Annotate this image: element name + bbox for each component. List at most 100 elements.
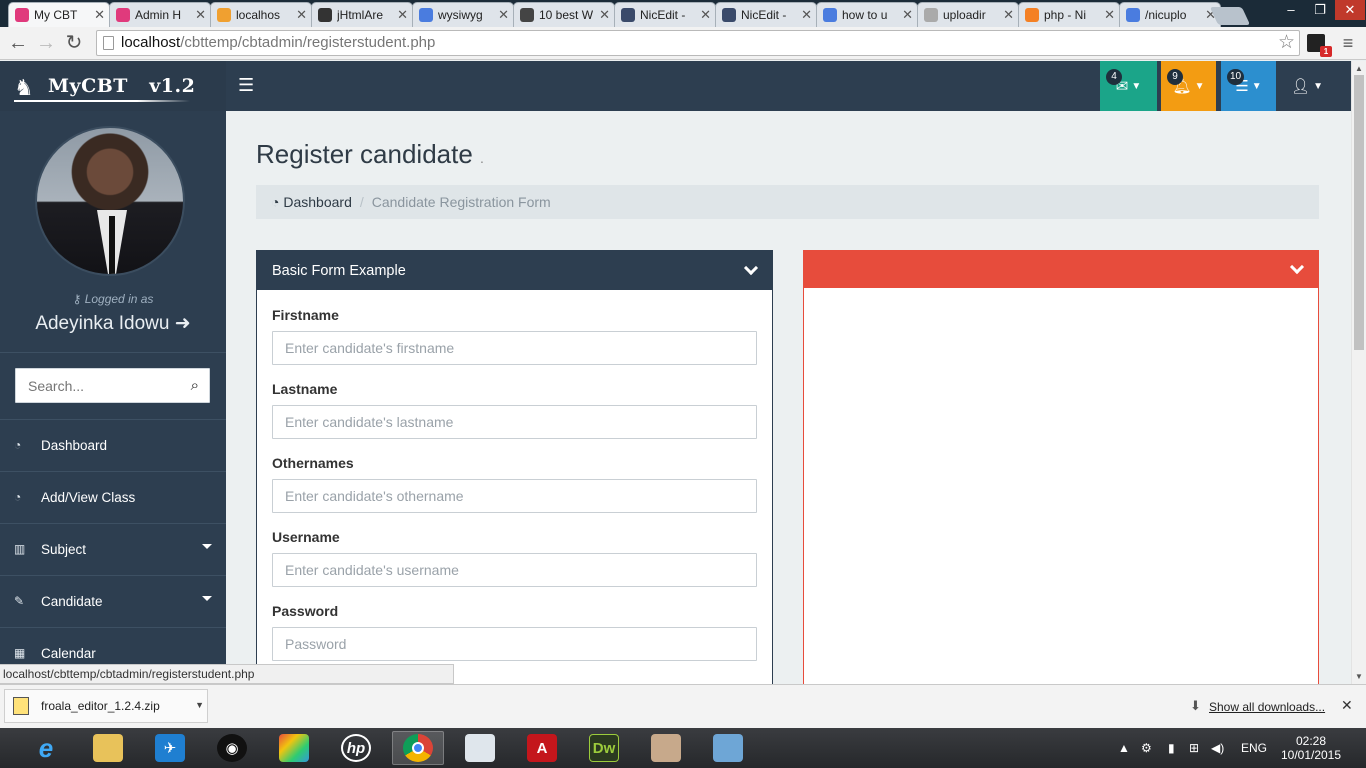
field-label-othernames: Othernames xyxy=(272,455,354,471)
back-icon[interactable]: ← xyxy=(6,31,30,55)
folder-icon xyxy=(93,734,123,762)
maximize-icon[interactable]: ❐ xyxy=(1305,0,1335,20)
language-indicator[interactable]: ENG xyxy=(1241,728,1267,768)
user-name: Adeyinka Idowu ➜ xyxy=(0,312,226,335)
browser-tab[interactable]: php - Ni ✕ xyxy=(1018,2,1120,27)
url-host: localhost xyxy=(121,34,181,51)
taskbar-hp[interactable]: hp xyxy=(330,731,382,765)
taskbar-explorer[interactable] xyxy=(82,731,134,765)
tab-close-icon[interactable]: ✕ xyxy=(94,7,105,23)
right-panel-header[interactable] xyxy=(804,251,1318,288)
tab-close-icon[interactable]: ✕ xyxy=(296,7,307,23)
battery-icon[interactable]: ▮ xyxy=(1168,728,1175,768)
firstname-input[interactable] xyxy=(272,331,757,365)
scroll-down-icon[interactable]: ▼ xyxy=(1355,672,1363,681)
browser-toolbar: ← → ↻ localhost/cbttemp/cbtadmin/registe… xyxy=(0,27,1366,60)
sidebar-toggle-icon[interactable]: ☰ xyxy=(238,75,254,96)
google-favicon-icon xyxy=(1126,8,1140,22)
address-bar[interactable]: localhost/cbttemp/cbtadmin/registerstude… xyxy=(96,30,1300,56)
tasks-button[interactable]: 10 ☰ ▼ xyxy=(1221,61,1276,111)
taskbar-ie[interactable]: e xyxy=(20,731,72,765)
taskbar-acrobat[interactable]: A xyxy=(516,731,568,765)
hp-icon: hp xyxy=(341,734,371,762)
tray-app-icon[interactable]: ⚙ xyxy=(1141,728,1152,768)
tab-close-icon[interactable]: ✕ xyxy=(1104,7,1115,23)
logout-icon[interactable]: ➜ xyxy=(175,313,191,334)
tab-close-icon[interactable]: ✕ xyxy=(801,7,812,23)
volume-icon[interactable]: ◀) xyxy=(1211,728,1224,768)
browser-tab[interactable]: uploadir ✕ xyxy=(917,2,1019,27)
notifications-button[interactable]: 9 🔔︎ ▼ xyxy=(1161,61,1216,111)
breadcrumb-current: Candidate Registration Form xyxy=(371,194,551,210)
taskbar-paint-app[interactable] xyxy=(640,731,692,765)
download-menu-icon[interactable]: ▼ xyxy=(195,700,204,710)
page-scrollbar[interactable]: ▲ ▼ xyxy=(1351,61,1366,684)
othernames-input[interactable] xyxy=(272,479,757,513)
search-input[interactable] xyxy=(16,369,176,402)
browser-tab[interactable]: 10 best W ✕ xyxy=(513,2,615,27)
taskbar-media[interactable]: ◉ xyxy=(206,731,258,765)
tab-close-icon[interactable]: ✕ xyxy=(902,7,913,23)
window-close-icon[interactable]: ✕ xyxy=(1335,0,1365,20)
taskbar-chrome[interactable] xyxy=(392,731,444,765)
sidebar-divider xyxy=(0,352,226,353)
clock[interactable]: 02:28 10/01/2015 xyxy=(1280,734,1342,762)
download-bar-close-icon[interactable]: ✕ xyxy=(1341,697,1353,714)
sidebar-item-label: Subject xyxy=(41,541,87,557)
logo[interactable]: ♞ MyCBT v1.2 xyxy=(0,61,226,111)
browser-tab[interactable]: NicEdit - ✕ xyxy=(715,2,817,27)
sidebar-item-dashboard[interactable]: ◔ Dashboard xyxy=(0,419,226,470)
taskbar-editor[interactable] xyxy=(454,731,506,765)
username-input[interactable] xyxy=(272,553,757,587)
browser-tab[interactable]: NicEdit - ✕ xyxy=(614,2,716,27)
browser-tab-label: uploadir xyxy=(943,8,986,22)
chevron-down-icon[interactable] xyxy=(1289,259,1305,275)
chevron-down-icon[interactable] xyxy=(743,260,759,276)
messages-button[interactable]: 4 ✉ ▼ xyxy=(1100,61,1157,111)
forward-icon[interactable]: → xyxy=(34,31,58,55)
sidebar-item-add-view-class[interactable]: ◔ Add/View Class xyxy=(0,471,226,522)
download-item[interactable]: froala_editor_1.2.4.zip ▼ xyxy=(4,689,208,723)
browser-tab[interactable]: jHtmlAre ✕ xyxy=(311,2,413,27)
sidebar-item-candidate[interactable]: ✎ Candidate xyxy=(0,575,226,626)
form-panel-header[interactable]: Basic Form Example xyxy=(257,251,772,290)
show-all-downloads-link[interactable]: Show all downloads... xyxy=(1209,700,1325,714)
bookmark-star-icon[interactable]: ☆ xyxy=(1278,31,1295,55)
network-icon[interactable]: ⊞ xyxy=(1189,728,1199,768)
lastname-input[interactable] xyxy=(272,405,757,439)
reload-icon[interactable]: ↻ xyxy=(62,31,86,55)
taskbar-photos[interactable] xyxy=(702,731,754,765)
sidebar-item-subject[interactable]: ▥ Subject xyxy=(0,523,226,574)
tab-close-icon[interactable]: ✕ xyxy=(599,7,610,23)
tab-close-icon[interactable]: ✕ xyxy=(195,7,206,23)
browser-tab[interactable]: localhos ✕ xyxy=(210,2,312,27)
tab-close-icon[interactable]: ✕ xyxy=(1003,7,1014,23)
search-icon[interactable]: ⌕ xyxy=(191,377,199,394)
tray-expand-icon[interactable]: ▲ xyxy=(1118,728,1130,768)
browser-tab[interactable]: My CBT ✕ xyxy=(8,2,110,27)
user-menu-button[interactable]: 👤︎ ▼ xyxy=(1282,61,1332,111)
browser-tab[interactable]: how to u ✕ xyxy=(816,2,918,27)
stackoverflow-favicon-icon xyxy=(1025,8,1039,22)
messages-badge: 4 xyxy=(1106,69,1122,85)
breadcrumb-home[interactable]: ◔ Dashboard xyxy=(271,194,352,210)
caret-down-icon xyxy=(202,544,212,549)
tab-close-icon[interactable]: ✕ xyxy=(498,7,509,23)
scroll-up-icon[interactable]: ▲ xyxy=(1355,64,1363,73)
taskbar-filezilla[interactable]: ✈ xyxy=(144,731,196,765)
browser-tab[interactable]: wysiwyg ✕ xyxy=(412,2,514,27)
form-panel: Basic Form Example Firstname Lastname Othe… xyxy=(256,250,773,690)
minimize-icon[interactable]: – xyxy=(1276,0,1306,20)
taskbar-paint[interactable] xyxy=(268,731,320,765)
tab-close-icon[interactable]: ✕ xyxy=(397,7,408,23)
tab-close-icon[interactable]: ✕ xyxy=(700,7,711,23)
scrollbar-thumb[interactable] xyxy=(1354,75,1364,350)
acrobat-icon: A xyxy=(527,734,557,762)
edit-icon: ✎ xyxy=(14,594,25,608)
browser-tab[interactable]: Admin H ✕ xyxy=(109,2,211,27)
taskbar-dreamweaver[interactable]: Dw xyxy=(578,731,630,765)
photo-icon xyxy=(713,734,743,762)
browser-menu-icon[interactable]: ≡ xyxy=(1340,33,1356,53)
password-input[interactable] xyxy=(272,627,757,661)
browser-tab[interactable]: /nicuplo ✕ xyxy=(1119,2,1221,27)
